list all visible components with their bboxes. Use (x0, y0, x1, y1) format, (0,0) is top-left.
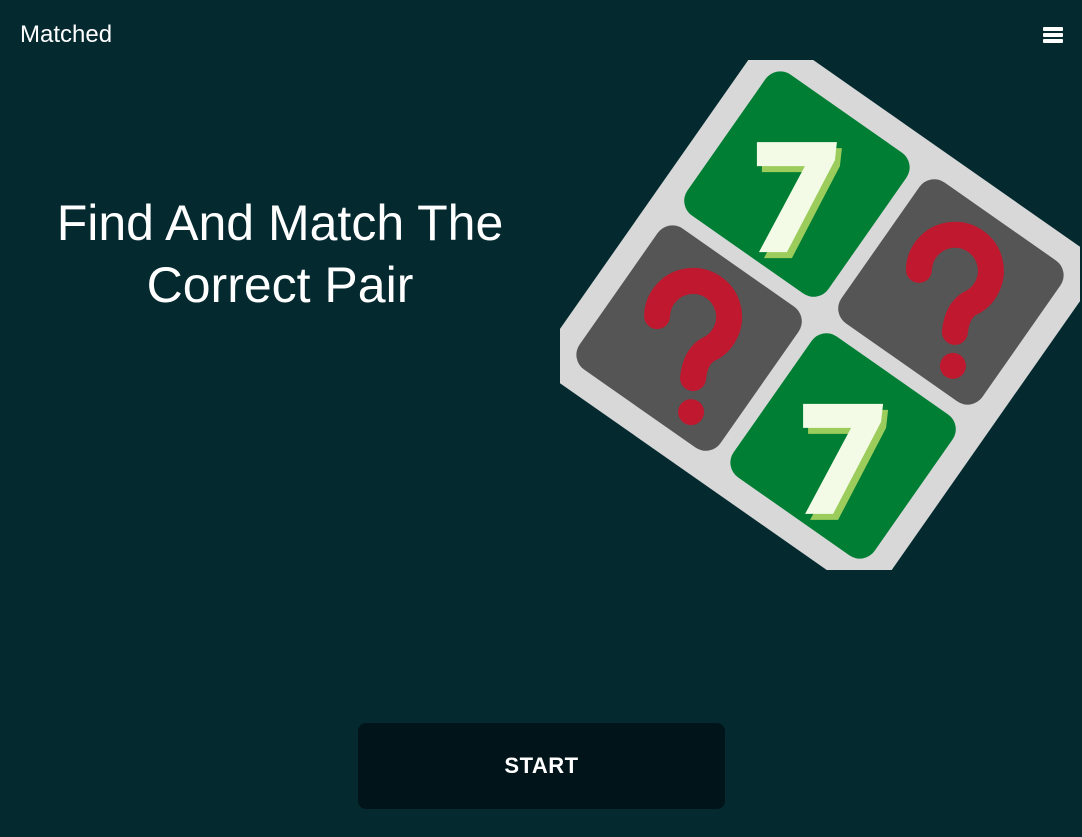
menu-button[interactable] (1040, 24, 1066, 46)
headline: Find And Match The Correct Pair (30, 192, 530, 316)
headline-line-1: Find And Match The (56, 195, 504, 251)
headline-line-2: Correct Pair (146, 257, 414, 313)
memory-cards-illustration (560, 60, 1080, 570)
start-button[interactable]: START (358, 723, 725, 809)
app-title: Matched (20, 21, 113, 48)
